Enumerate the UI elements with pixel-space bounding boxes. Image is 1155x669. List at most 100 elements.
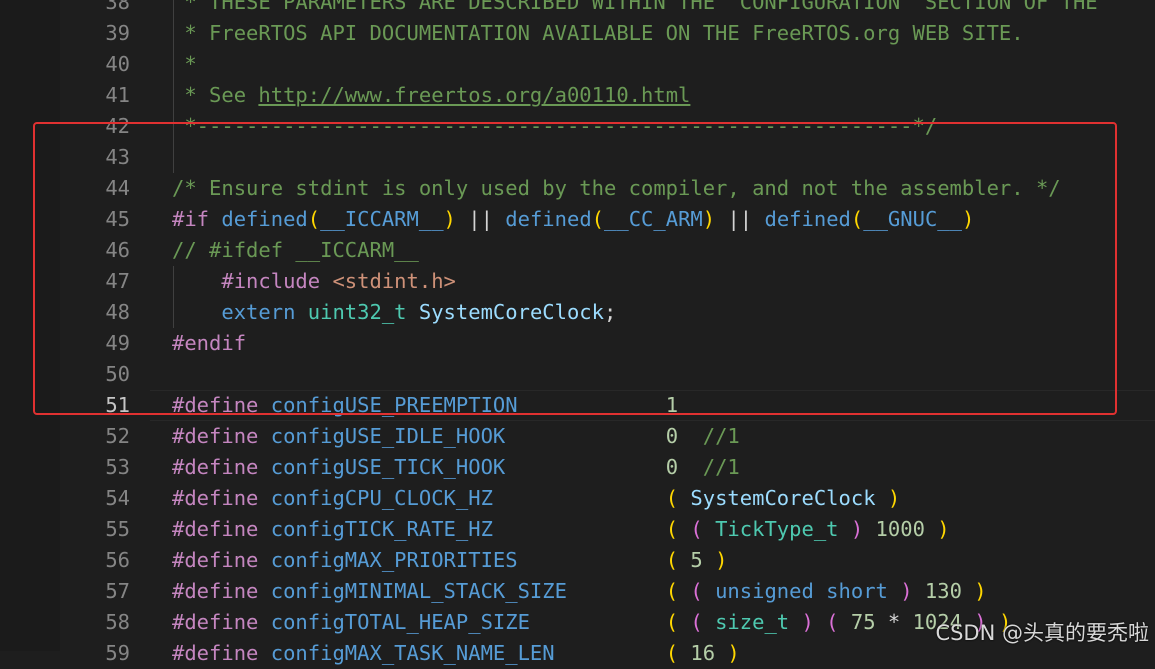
code-line[interactable]: 39 * FreeRTOS API DOCUMENTATION AVAILABL… <box>0 18 1155 49</box>
code-line[interactable]: 41 * See http://www.freertos.org/a00110.… <box>0 80 1155 111</box>
code-token: defined <box>505 207 592 231</box>
code-token: #define <box>172 424 271 448</box>
code-token: ) <box>924 517 950 541</box>
code-token: ) <box>838 517 876 541</box>
code-text[interactable]: * See http://www.freertos.org/a00110.htm… <box>172 80 690 111</box>
code-token: __GNUC__ <box>863 207 962 231</box>
line-number: 48 <box>105 300 130 324</box>
code-text[interactable]: #define configCPU_CLOCK_HZ ( SystemCoreC… <box>172 483 900 514</box>
code-line[interactable]: 54 #define configCPU_CLOCK_HZ ( SystemCor… <box>0 483 1155 514</box>
code-text[interactable]: #define configUSE_IDLE_HOOK 0 //1 <box>172 421 740 452</box>
code-token: #if <box>172 207 222 231</box>
code-token: configTOTAL_HEAP_SIZE <box>270 610 530 634</box>
code-line[interactable]: 45 #if defined(__ICCARM__) || defined(__C… <box>0 204 1155 235</box>
code-token: *---------------------------------------… <box>172 114 938 138</box>
code-token: ) <box>443 207 456 231</box>
code-token: 75 <box>850 610 876 634</box>
code-text[interactable]: #define configMAX_TASK_NAME_LEN ( 16 ) <box>172 638 740 669</box>
code-token: * THESE PARAMETERS ARE DESCRIBED WITHIN … <box>172 0 1098 14</box>
code-line[interactable]: 43 <box>0 142 1155 173</box>
code-line[interactable]: 47 #include <stdint.h> <box>0 266 1155 297</box>
code-line[interactable]: 57 #define configMINIMAL_STACK_SIZE ( ( u… <box>0 576 1155 607</box>
code-token: configMINIMAL_STACK_SIZE <box>270 579 567 603</box>
code-token: || <box>715 207 765 231</box>
code-editor[interactable]: 38 * THESE PARAMETERS ARE DESCRIBED WITH… <box>0 0 1155 669</box>
line-number: 49 <box>105 331 130 355</box>
code-text[interactable]: #define configMINIMAL_STACK_SIZE ( ( uns… <box>172 576 987 607</box>
code-text[interactable]: * <box>172 49 197 80</box>
code-line[interactable]: 42 *------------------------------------… <box>0 111 1155 142</box>
code-token: ( <box>665 579 691 603</box>
code-token: ; <box>604 300 617 324</box>
code-token: http://www.freertos.org/a00110.html <box>258 83 691 107</box>
code-line[interactable]: 44 /* Ensure stdint is only used by the c… <box>0 173 1155 204</box>
watermark: CSDN @头真的要秃啦 <box>935 621 1149 645</box>
code-token: configCPU_CLOCK_HZ <box>270 486 493 510</box>
code-token: // #ifdef __ICCARM__ <box>172 238 419 262</box>
line-number: 43 <box>105 145 130 169</box>
code-text[interactable]: * THESE PARAMETERS ARE DESCRIBED WITHIN … <box>172 0 1098 18</box>
code-text[interactable]: #define configUSE_PREEMPTION 1 <box>172 390 678 421</box>
code-text[interactable]: #if defined(__ICCARM__) || defined(__CC_… <box>172 204 974 235</box>
code-line[interactable]: 50 <box>0 359 1155 390</box>
code-token: ( <box>690 579 716 603</box>
code-token: //1 <box>702 424 740 448</box>
code-token: SystemCoreClock <box>690 486 876 510</box>
code-token: 0 <box>665 424 679 448</box>
code-token: 130 <box>924 579 962 603</box>
code-line[interactable]: 38 * THESE PARAMETERS ARE DESCRIBED WITH… <box>0 0 1155 18</box>
code-line[interactable]: 51 #define configUSE_PREEMPTION 1 <box>0 390 1155 421</box>
code-token: ( <box>690 610 716 634</box>
code-text[interactable]: *---------------------------------------… <box>172 111 937 142</box>
code-text[interactable]: * FreeRTOS API DOCUMENTATION AVAILABLE O… <box>172 18 1024 49</box>
code-token: * FreeRTOS API DOCUMENTATION AVAILABLE O… <box>172 21 1024 45</box>
code-line[interactable]: 48 extern uint32_t SystemCoreClock; <box>0 297 1155 328</box>
code-token: __ICCARM__ <box>320 207 444 231</box>
code-token: * <box>172 52 197 76</box>
code-text[interactable]: #define configUSE_TICK_HOOK 0 //1 <box>172 452 740 483</box>
code-line[interactable]: 56 #define configMAX_PRIORITIES ( 5 ) <box>0 545 1155 576</box>
code-token: configTICK_RATE_HZ <box>270 517 493 541</box>
line-number: 42 <box>105 114 130 138</box>
code-token: configMAX_PRIORITIES <box>270 548 518 572</box>
code-token: configUSE_PREEMPTION <box>270 393 518 417</box>
code-text[interactable]: /* Ensure stdint is only used by the com… <box>172 173 1061 204</box>
line-number: 51 <box>105 393 130 417</box>
code-line[interactable]: 55 #define configTICK_RATE_HZ ( ( TickTyp… <box>0 514 1155 545</box>
code-text[interactable]: #define configTICK_RATE_HZ ( ( TickType_… <box>172 514 950 545</box>
code-token: configUSE_IDLE_HOOK <box>270 424 506 448</box>
code-token: TickType_t <box>715 517 839 541</box>
code-line[interactable]: 46 // #ifdef __ICCARM__ <box>0 235 1155 266</box>
code-token: ) <box>961 579 987 603</box>
code-token: #define <box>172 610 271 634</box>
code-token: 1000 <box>875 517 925 541</box>
code-token: #define <box>172 455 271 479</box>
code-text[interactable]: #define configMAX_PRIORITIES ( 5 ) <box>172 545 727 576</box>
code-text[interactable]: #endif <box>172 328 246 359</box>
code-text[interactable]: // #ifdef __ICCARM__ <box>172 235 419 266</box>
code-token: 0 <box>665 455 679 479</box>
code-token: __CC_ARM <box>604 207 703 231</box>
code-token: ) <box>702 548 728 572</box>
code-token: #define <box>172 517 271 541</box>
code-text[interactable]: extern uint32_t SystemCoreClock; <box>172 297 616 328</box>
code-token: ( <box>850 207 864 231</box>
code-token: unsigned short <box>715 579 888 603</box>
code-token: ( <box>591 207 605 231</box>
code-line[interactable]: 53 #define configUSE_TICK_HOOK 0 //1 <box>0 452 1155 483</box>
line-number: 45 <box>105 207 130 231</box>
line-number: 40 <box>105 52 130 76</box>
code-text[interactable]: #define configTOTAL_HEAP_SIZE ( ( size_t… <box>172 607 1011 638</box>
code-line[interactable]: 52 #define configUSE_IDLE_HOOK 0 //1 <box>0 421 1155 452</box>
code-token: 16 <box>690 641 716 665</box>
code-text[interactable]: #include <stdint.h> <box>172 266 456 297</box>
line-number: 56 <box>105 548 130 572</box>
code-token: #define <box>172 641 271 665</box>
code-line[interactable]: 40 * <box>0 49 1155 80</box>
code-token: ) <box>715 641 740 665</box>
code-line[interactable]: 49 #endif <box>0 328 1155 359</box>
